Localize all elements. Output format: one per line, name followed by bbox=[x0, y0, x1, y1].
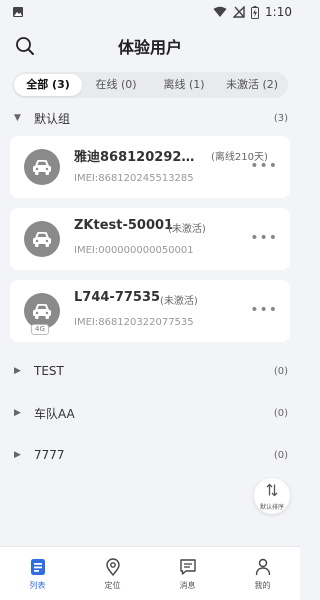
caret-down-icon: ▼ bbox=[14, 113, 21, 123]
group-name: TEST bbox=[34, 364, 64, 378]
nav-messages[interactable]: 消息 bbox=[150, 547, 225, 600]
group-header-default[interactable]: ▼ 默认组 (3) bbox=[0, 100, 300, 136]
device-imei: IMEI:868120245513285 bbox=[74, 173, 194, 184]
app-header: 体验用户 bbox=[0, 24, 300, 68]
status-filter-tabs: 全部 (3) 在线 (0) 离线 (1) 未激活 (2) bbox=[12, 72, 288, 98]
clock-time: 1:10 bbox=[265, 5, 292, 19]
device-status: (未激活) bbox=[168, 224, 206, 235]
status-bar: 1:10 bbox=[0, 0, 300, 24]
device-card[interactable]: 4G L744-77535 (未激活) IMEI:868120322077535… bbox=[10, 280, 290, 342]
nav-label: 我的 bbox=[254, 580, 271, 590]
message-icon bbox=[179, 557, 197, 577]
device-imei: IMEI:000000000050001 bbox=[74, 245, 194, 256]
caret-right-icon: ▶ bbox=[14, 408, 21, 418]
group-count: (0) bbox=[273, 407, 288, 419]
more-options-icon[interactable]: ••• bbox=[250, 302, 278, 318]
car-icon bbox=[24, 221, 60, 257]
tab-offline[interactable]: 离线 (1) bbox=[150, 74, 218, 96]
device-status: (未激活) bbox=[160, 296, 198, 307]
nav-label: 消息 bbox=[179, 580, 196, 590]
more-options-icon[interactable]: ••• bbox=[250, 230, 278, 246]
nav-label: 定位 bbox=[104, 580, 121, 590]
group-name: 车队AA bbox=[34, 406, 75, 421]
nav-list[interactable]: 列表 bbox=[0, 547, 75, 600]
device-name: 雅迪86812029259... bbox=[74, 150, 200, 165]
nav-label: 列表 bbox=[29, 580, 46, 590]
device-name: L744-77535 bbox=[74, 290, 161, 305]
bottom-navigation: 列表 定位 消息 我的 bbox=[0, 546, 300, 600]
wifi-icon bbox=[213, 6, 227, 18]
device-imei: IMEI:868120322077535 bbox=[74, 317, 194, 328]
group-count: (0) bbox=[273, 365, 288, 377]
group-count: (3) bbox=[273, 112, 288, 124]
battery-charging-icon bbox=[251, 5, 260, 19]
tab-inactive[interactable]: 未激活 (2) bbox=[218, 74, 286, 96]
device-name: ZKtest-50001 bbox=[74, 218, 174, 233]
car-icon bbox=[24, 149, 60, 185]
no-signal-icon bbox=[233, 6, 245, 18]
list-icon bbox=[30, 557, 46, 577]
nav-profile[interactable]: 我的 bbox=[225, 547, 300, 600]
person-icon bbox=[255, 557, 271, 577]
caret-right-icon: ▶ bbox=[14, 366, 21, 376]
group-header-test[interactable]: ▶ TEST (0) bbox=[0, 350, 300, 392]
group-name: 默认组 bbox=[34, 111, 71, 126]
group-header-7777[interactable]: ▶ 7777 (0) bbox=[0, 434, 300, 476]
group-name: 7777 bbox=[34, 448, 65, 462]
sort-icon bbox=[265, 482, 279, 501]
tab-online[interactable]: 在线 (0) bbox=[82, 74, 150, 96]
tab-all[interactable]: 全部 (3) bbox=[14, 74, 82, 96]
group-count: (0) bbox=[273, 449, 288, 461]
page-title: 体验用户 bbox=[117, 38, 182, 57]
more-options-icon[interactable]: ••• bbox=[250, 158, 278, 174]
group-header-fleet-aa[interactable]: ▶ 车队AA (0) bbox=[0, 392, 300, 434]
network-badge: 4G bbox=[31, 324, 49, 335]
nav-location[interactable]: 定位 bbox=[75, 547, 150, 600]
caret-right-icon: ▶ bbox=[14, 450, 21, 460]
device-card[interactable]: 雅迪86812029259... (离线210天) IMEI:868120245… bbox=[10, 136, 290, 198]
sort-label: 默认排序 bbox=[259, 503, 284, 511]
gallery-notification-icon bbox=[12, 6, 24, 18]
device-card[interactable]: ZKtest-50001 (未激活) IMEI:000000000050001 … bbox=[10, 208, 290, 270]
sort-button[interactable]: 默认排序 bbox=[254, 478, 290, 514]
search-icon[interactable] bbox=[14, 35, 36, 57]
location-pin-icon bbox=[105, 557, 121, 577]
